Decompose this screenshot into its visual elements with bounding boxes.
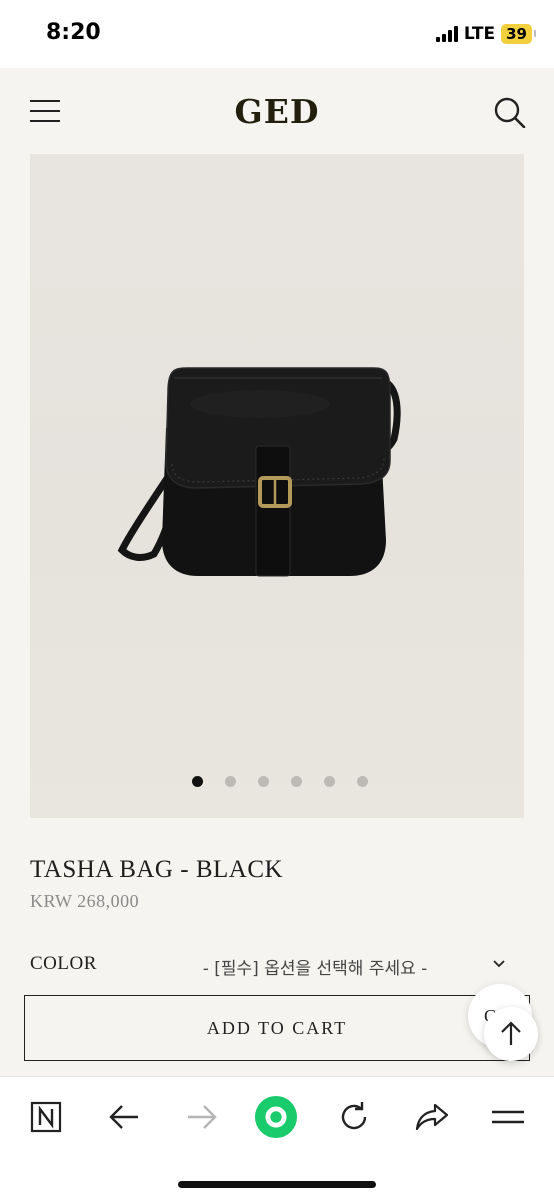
back-arrow-icon[interactable] bbox=[102, 1095, 146, 1139]
signal-icon bbox=[435, 26, 458, 42]
naver-n-icon[interactable] bbox=[24, 1095, 68, 1139]
product-title: TASHA BAG - BLACK bbox=[30, 856, 284, 883]
status-bar: 8:20 LTE 39 bbox=[0, 0, 554, 68]
gallery-pagination bbox=[30, 776, 524, 787]
color-select[interactable]: - [필수] 옵션을 선택해 주세요 - bbox=[150, 950, 520, 982]
gallery-dot[interactable] bbox=[291, 776, 302, 787]
network-type: LTE bbox=[463, 24, 496, 44]
site-header: GED bbox=[0, 68, 554, 154]
home-indicator bbox=[178, 1181, 376, 1188]
status-time: 8:20 bbox=[46, 20, 101, 45]
share-icon[interactable] bbox=[410, 1095, 454, 1139]
battery-icon: 39 bbox=[501, 24, 536, 44]
gallery-dot[interactable] bbox=[192, 776, 203, 787]
gallery-dot[interactable] bbox=[225, 776, 236, 787]
product-price: KRW 268,000 bbox=[30, 891, 140, 911]
chevron-down-icon bbox=[493, 960, 505, 968]
add-to-cart-button[interactable]: ADD TO CART bbox=[24, 995, 530, 1061]
search-icon[interactable] bbox=[492, 96, 526, 128]
gallery-dot[interactable] bbox=[324, 776, 335, 787]
home-green-icon[interactable] bbox=[254, 1095, 298, 1139]
status-indicators: LTE 39 bbox=[435, 24, 536, 44]
gallery-dot[interactable] bbox=[258, 776, 269, 787]
product-bag-image bbox=[117, 367, 401, 577]
gallery-dot[interactable] bbox=[357, 776, 368, 787]
color-label: COLOR bbox=[30, 953, 97, 974]
site-logo[interactable]: GED bbox=[0, 92, 554, 131]
forward-arrow-icon[interactable] bbox=[180, 1095, 224, 1139]
menu-icon[interactable] bbox=[486, 1095, 530, 1139]
arrow-up-icon bbox=[501, 1021, 521, 1045]
product-image-gallery[interactable] bbox=[30, 154, 524, 818]
browser-toolbar bbox=[0, 1076, 554, 1200]
scroll-to-top-button[interactable] bbox=[484, 1007, 538, 1061]
color-select-value: - [필수] 옵션을 선택해 주세요 - bbox=[202, 958, 428, 979]
reload-icon[interactable] bbox=[332, 1095, 376, 1139]
